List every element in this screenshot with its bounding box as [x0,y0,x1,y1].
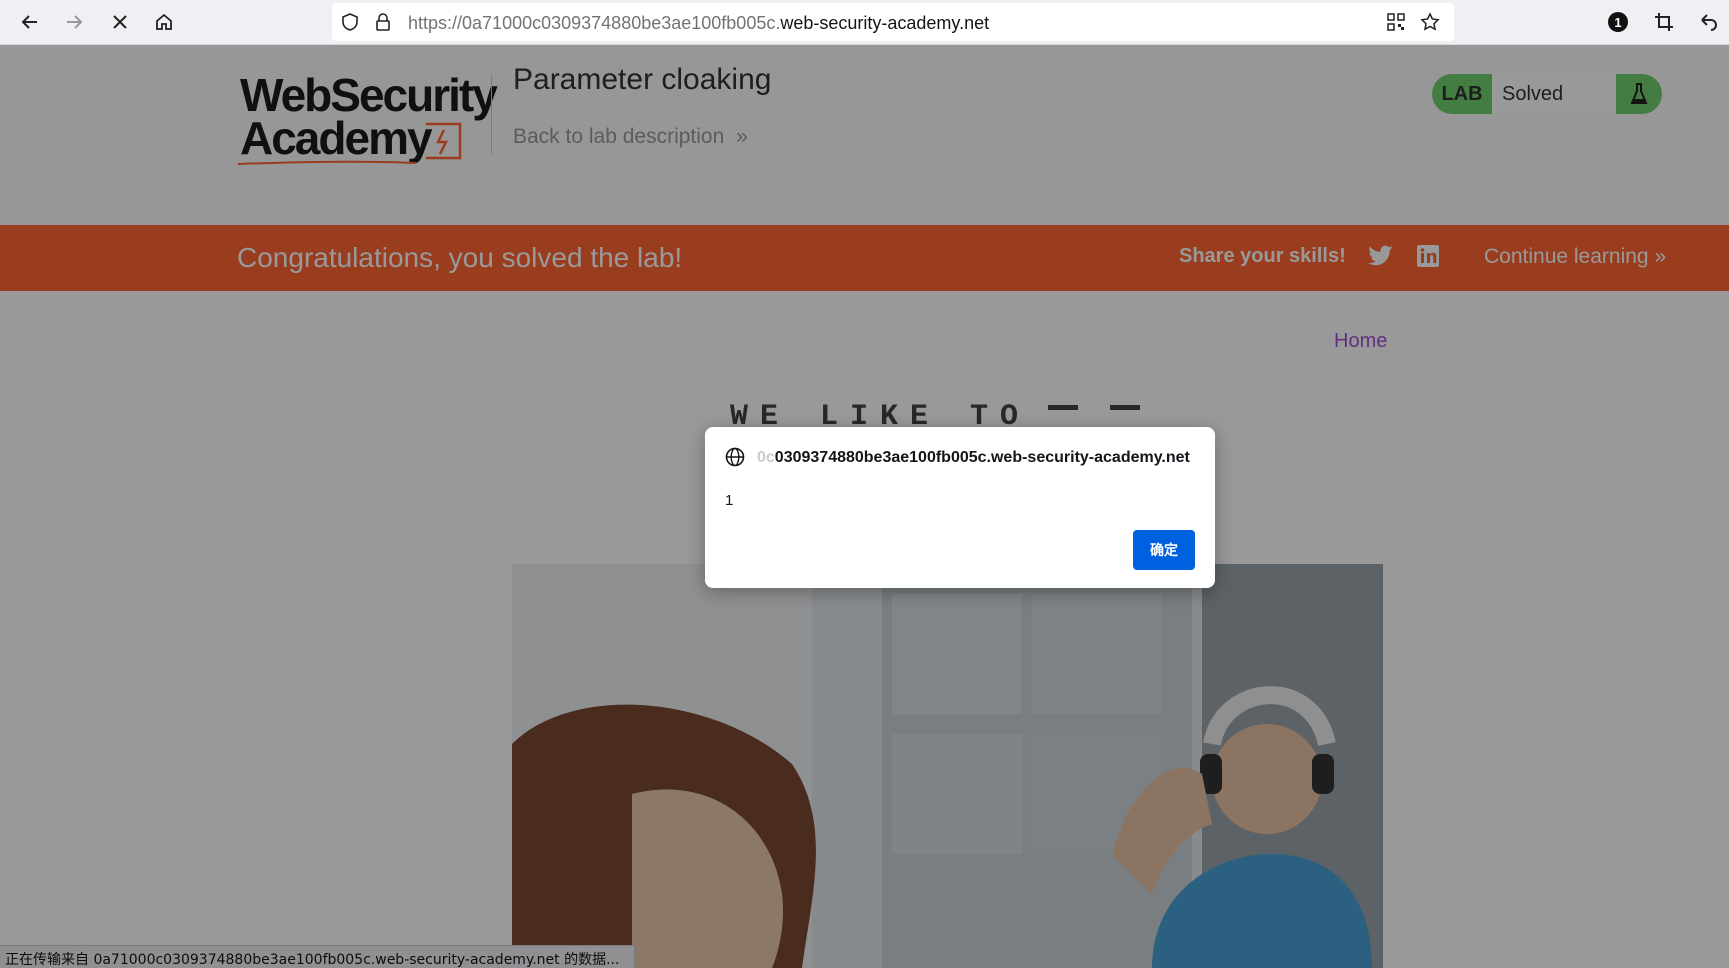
forward-icon[interactable] [57,6,91,38]
ok-button[interactable]: 确定 [1133,530,1195,570]
globe-icon [725,447,745,472]
alert-dialog: 0c0309374880be3ae100fb005c.web-security-… [705,427,1215,588]
notification-count: 1 [1614,14,1622,30]
url-domain: web-security-academy.net [780,13,990,33]
shield-icon[interactable] [340,12,360,37]
dialog-origin: 0c0309374880be3ae100fb005c.web-security-… [757,449,1197,467]
dialog-origin-text: 0309374880be3ae100fb005c.web-security-ac… [774,449,1190,466]
bookmark-star-icon[interactable] [1420,12,1440,37]
notification-badge-icon[interactable]: 1 [1601,6,1635,38]
url-text[interactable]: https://0a71000c0309374880be3ae100fb005c… [408,13,989,34]
url-prefix: https://0a71000c0309374880be3ae100fb005c… [408,13,781,33]
back-icon[interactable] [13,6,47,38]
dialog-message: 1 [725,492,734,509]
url-bar[interactable]: https://0a71000c0309374880be3ae100fb005c… [332,3,1454,41]
qr-code-icon[interactable] [1387,13,1405,36]
undo-icon[interactable] [1691,6,1725,38]
stop-icon[interactable] [103,6,137,38]
crop-icon[interactable] [1647,6,1681,38]
home-icon[interactable] [147,6,181,38]
dialog-origin-faded: 0c [757,449,775,466]
lock-icon[interactable] [374,12,392,37]
browser-toolbar: https://0a71000c0309374880be3ae100fb005c… [0,0,1729,45]
